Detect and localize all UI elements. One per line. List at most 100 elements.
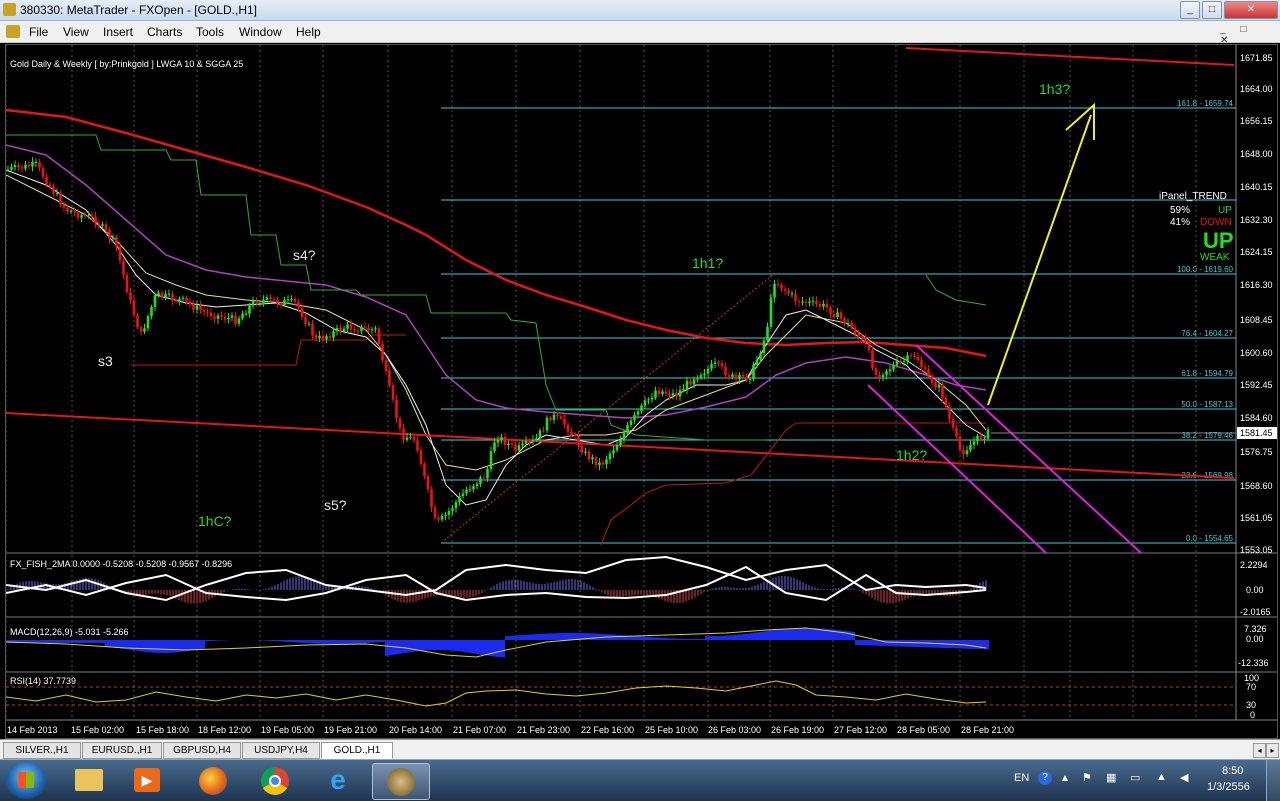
- candle-body: [269, 297, 272, 300]
- menu-file[interactable]: File: [29, 25, 48, 39]
- candle-body: [556, 414, 559, 417]
- candle-body: [787, 290, 790, 294]
- clock-time[interactable]: 8:50: [1222, 765, 1243, 777]
- candle-body: [139, 327, 143, 332]
- channel-lower-line: [867, 384, 1047, 554]
- taskbar-explorer[interactable]: [62, 763, 116, 798]
- tray-volume-icon[interactable]: ◀: [1180, 771, 1188, 784]
- help-icon[interactable]: ?: [1038, 771, 1052, 785]
- candle-body: [475, 483, 479, 487]
- time-tick-label: 15 Feb 18:00: [136, 725, 189, 735]
- tray-flag-icon[interactable]: ⚑: [1082, 771, 1092, 784]
- fib-label: 50.0 - 1587.13: [1181, 400, 1233, 409]
- menu-window[interactable]: Window: [239, 25, 282, 39]
- taskbar-metatrader[interactable]: [372, 763, 430, 800]
- tray-arrow-icon[interactable]: ▴: [1062, 770, 1068, 784]
- candle-body: [500, 436, 503, 441]
- candle-body: [584, 451, 587, 453]
- time-tick-label: 22 Feb 16:00: [581, 725, 634, 735]
- candle-body: [52, 186, 55, 194]
- menu-tools[interactable]: Tools: [196, 25, 224, 39]
- candle-body: [510, 443, 514, 445]
- candle-body: [465, 489, 468, 494]
- projection-arrow[interactable]: [987, 114, 1092, 406]
- taskbar-chrome[interactable]: [248, 763, 302, 798]
- candle-body: [164, 293, 167, 298]
- candle-body: [850, 322, 853, 328]
- menu-help[interactable]: Help: [296, 25, 321, 39]
- language-indicator[interactable]: EN: [1014, 772, 1029, 784]
- maximize-button[interactable]: □: [1202, 1, 1222, 19]
- candle-body: [881, 374, 885, 378]
- candle-body: [969, 444, 972, 451]
- candle-body: [304, 317, 307, 325]
- annotation-s3: s3: [98, 353, 113, 369]
- menu-charts[interactable]: Charts: [147, 25, 182, 39]
- candle-body: [174, 300, 178, 302]
- minimize-button[interactable]: _: [1180, 1, 1200, 19]
- candle-body: [591, 457, 594, 460]
- candle-body: [703, 373, 706, 375]
- candle-body: [153, 295, 157, 307]
- candle-body: [566, 424, 570, 432]
- candle-body: [951, 419, 955, 428]
- ie-icon: e: [330, 764, 346, 795]
- price-axis: 1671.85 1664.00 1656.15 1648.00 1640.15 1632.…: [1240, 53, 1273, 555]
- tray-network-icon[interactable]: ▦: [1106, 771, 1116, 784]
- taskbar-firefox[interactable]: [186, 763, 240, 798]
- candle-body: [146, 316, 150, 329]
- candle-body: [573, 434, 577, 436]
- chart-canvas[interactable]: 161.8 - 1659.74 100.0 - 1619.60 76.4 - 1…: [6, 45, 1277, 738]
- candle-body: [524, 441, 528, 444]
- child-window-controls[interactable]: _ □ ✕: [1220, 24, 1275, 46]
- clock-date[interactable]: 1/3/2556: [1207, 781, 1250, 793]
- candle-body: [633, 414, 636, 421]
- candle-body: [384, 360, 388, 372]
- candle-body: [363, 326, 367, 328]
- candle-body: [622, 432, 626, 441]
- show-desktop-button[interactable]: [1266, 760, 1280, 801]
- taskbar-media-player[interactable]: ▶: [120, 763, 174, 798]
- candle-body: [948, 407, 951, 420]
- candle-body: [535, 438, 538, 440]
- folder-icon: [75, 769, 103, 791]
- tray-signal-icon[interactable]: ▲: [1156, 771, 1167, 783]
- tab-eurusd[interactable]: EURUSD.,H1: [82, 742, 162, 759]
- candle-body: [818, 304, 822, 307]
- candle-body: [468, 489, 472, 491]
- candle-body: [97, 223, 101, 226]
- candle-body: [822, 303, 825, 307]
- candle-body: [27, 164, 31, 167]
- candle-body: [811, 300, 815, 302]
- tab-usdjpy[interactable]: USDJPY,H4: [242, 742, 320, 759]
- taskbar-internet-explorer[interactable]: e: [310, 763, 364, 798]
- candle-body: [892, 365, 895, 370]
- candle-body: [678, 390, 682, 397]
- menu-insert[interactable]: Insert: [103, 25, 133, 39]
- tab-silver[interactable]: SILVER.,H1: [3, 742, 81, 759]
- candle-body: [80, 215, 83, 218]
- candle-body: [87, 215, 90, 217]
- tab-scroll-right-button[interactable]: ▸: [1266, 743, 1279, 758]
- close-button[interactable]: ✕: [1224, 1, 1278, 19]
- candle-body: [797, 301, 801, 303]
- candle-body: [675, 393, 678, 397]
- ipanel-big-label: UP: [1203, 228, 1234, 253]
- menu-view[interactable]: View: [63, 25, 89, 39]
- ma-red-long: [6, 108, 987, 358]
- time-tick-label: 20 Feb 14:00: [389, 725, 442, 735]
- price-tick-label: 1632.30: [1240, 215, 1273, 225]
- price-tick-label: 1608.45: [1240, 315, 1273, 325]
- annotation-1h2: 1h2?: [896, 447, 927, 463]
- tray-power-icon[interactable]: ▭: [1130, 771, 1140, 784]
- candle-body: [601, 462, 605, 465]
- candle-body: [738, 374, 741, 380]
- price-tick-label: 1664.00: [1240, 84, 1273, 94]
- rsi-axis: 100 70 30 0: [1244, 673, 1259, 720]
- chart-window[interactable]: 161.8 - 1659.74 100.0 - 1619.60 76.4 - 1…: [5, 44, 1278, 739]
- start-button[interactable]: [6, 762, 46, 799]
- fibonacci-retracement[interactable]: [441, 107, 1236, 544]
- tab-scroll-left-button[interactable]: ◂: [1253, 743, 1266, 758]
- tab-gold[interactable]: GOLD.,H1: [321, 742, 393, 759]
- tab-gbpusd[interactable]: GBPUSD,H4: [163, 742, 241, 759]
